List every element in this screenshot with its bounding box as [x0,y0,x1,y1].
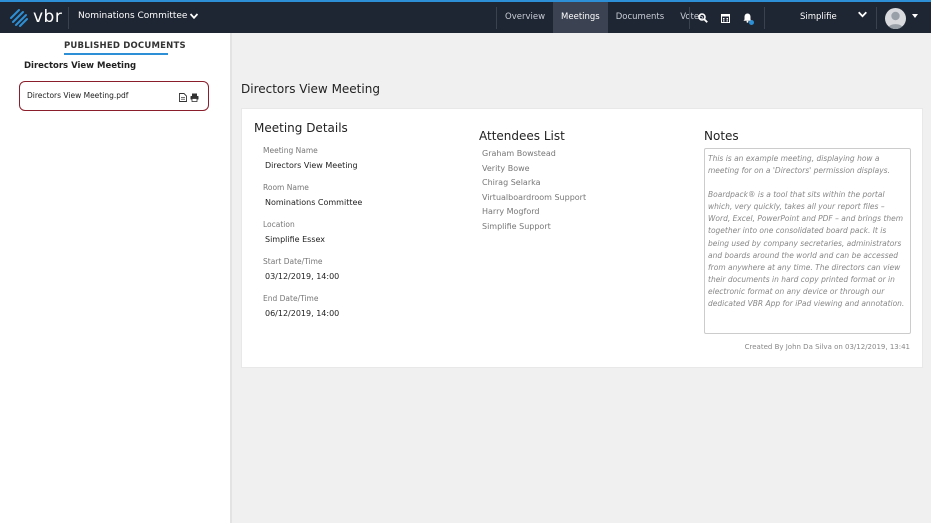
meeting-name-value: Directors View Meeting [265,161,358,170]
attendee-item: Chirag Selarka [482,178,541,187]
end-datetime-label: End Date/Time [263,294,319,303]
calendar-button[interactable] [714,2,736,33]
caret-down-icon[interactable] [912,14,918,18]
document-actions [179,93,199,102]
end-datetime-value: 06/12/2019, 14:00 [265,309,340,318]
notes-paragraph: Boardpack® is a tool that sits within th… [708,190,905,309]
attendees-title: Attendees List [479,129,565,143]
header-divider [68,7,69,29]
logo-text: vbr [33,7,63,27]
meeting-details-title: Meeting Details [254,121,348,135]
attendee-item: Harry Mogford [482,207,540,216]
header-divider [689,7,690,29]
notifications-button[interactable] [736,2,758,33]
user-avatar-icon [887,11,904,29]
location-value: Simplifie Essex [265,235,326,244]
vbr-logo[interactable]: vbr [10,8,62,27]
attendee-item: Simplifie Support [482,222,551,231]
chevron-down-icon [190,13,199,19]
nav-meetings[interactable]: Meetings [553,2,608,33]
chevron-down-icon[interactable] [858,11,867,21]
sidebar: PUBLISHED DOCUMENTS Directors View Meeti… [0,33,232,523]
nav-overview[interactable]: Overview [497,2,553,33]
room-name-label: Room Name [263,183,309,192]
room-name-value: Nominations Committee [265,198,363,207]
document-name[interactable]: Directors View Meeting.pdf [27,91,128,100]
header-divider [876,7,877,29]
committee-selector[interactable]: Nominations Committee [78,11,199,21]
sidebar-meeting-name: Directors View Meeting [24,61,137,71]
published-documents-title: PUBLISHED DOCUMENTS [64,41,186,51]
header-divider [764,7,765,29]
start-datetime-label: Start Date/Time [263,257,323,266]
top-navigation-bar: vbr Nominations Committee Overview Meeti… [0,0,931,33]
document-item[interactable]: Directors View Meeting.pdf [19,81,209,111]
meeting-card: Meeting Details Meeting Name Directors V… [241,108,923,368]
main-nav: Overview Meetings Documents Votes [497,2,712,33]
document-icon[interactable] [179,93,187,102]
location-label: Location [263,220,295,229]
committee-name: Nominations Committee [78,11,188,21]
meeting-name-label: Meeting Name [263,146,318,155]
start-datetime-value: 03/12/2019, 14:00 [265,272,340,281]
vbr-logo-icon [10,8,28,27]
notification-badge [749,20,754,25]
search-icon [698,12,708,23]
notes-paragraph: This is an example meeting, displaying h… [708,154,890,176]
search-button[interactable] [692,2,714,33]
attendee-item: Graham Bowstead [482,149,556,158]
attendee-item: Verity Bowe [482,164,530,173]
notes-textarea[interactable]: This is an example meeting, displaying h… [704,148,911,334]
avatar[interactable] [885,8,906,29]
header-icons [692,2,758,33]
attendee-item: Virtualboardroom Support [482,193,587,202]
organisation-selector[interactable]: Simplifie [800,12,837,22]
nav-documents[interactable]: Documents [608,2,672,33]
calendar-icon [720,13,730,23]
notes-title: Notes [704,129,739,143]
print-icon[interactable] [190,93,199,102]
page-title: Directors View Meeting [241,82,380,96]
title-underline [64,53,168,55]
created-by-text: Created By John Da Silva on 03/12/2019, … [744,343,910,351]
